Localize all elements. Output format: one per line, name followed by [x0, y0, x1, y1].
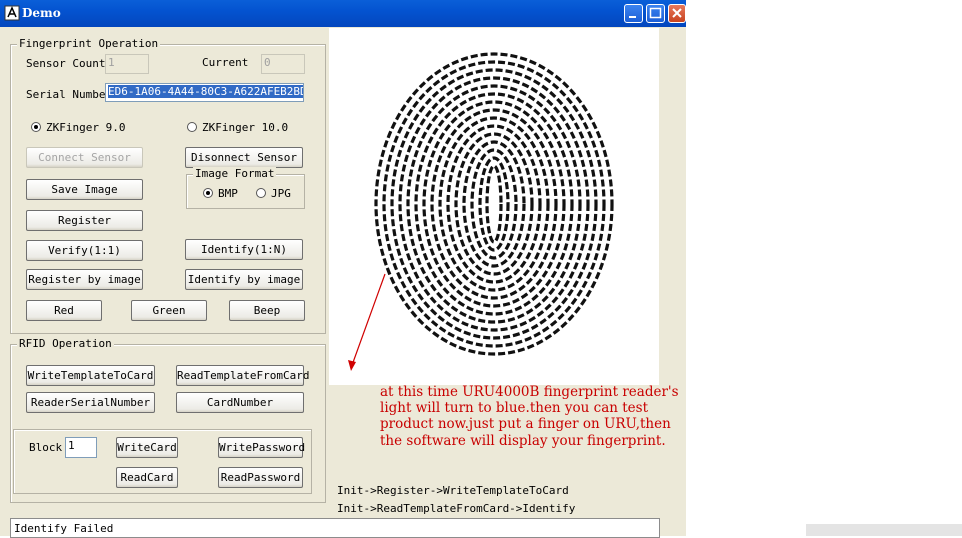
- background-strip: [806, 524, 962, 536]
- zkfinger10-radio[interactable]: [187, 122, 197, 132]
- beep-button[interactable]: Beep: [229, 300, 305, 321]
- register-by-image-button[interactable]: Register by image: [26, 269, 143, 290]
- verify-button[interactable]: Verify(1:1): [26, 240, 143, 261]
- close-button[interactable]: [668, 4, 686, 23]
- title-bar[interactable]: Demo: [0, 0, 686, 27]
- write-template-to-card-button[interactable]: WriteTemplateToCard: [26, 365, 155, 386]
- annotation-arrow-head: [348, 360, 356, 371]
- connect-sensor-button[interactable]: Connect Sensor: [26, 147, 143, 168]
- jpg-label: JPG: [271, 187, 291, 200]
- sensor-count-field: 1: [105, 54, 149, 74]
- fingerprint-group-label: Fingerprint Operation: [17, 37, 161, 50]
- red-button[interactable]: Red: [26, 300, 102, 321]
- sensor-count-label: Sensor Count: [26, 57, 106, 70]
- app-icon: [4, 5, 20, 21]
- annotation-arrow-line: [350, 273, 386, 369]
- zkfinger9-label: ZKFinger 9.0: [46, 121, 126, 134]
- jpg-radio[interactable]: [256, 188, 266, 198]
- fingerprint-image-panel: [329, 28, 659, 385]
- write-password-button[interactable]: WritePassword: [218, 437, 305, 458]
- save-image-button[interactable]: Save Image: [26, 179, 143, 200]
- green-button[interactable]: Green: [131, 300, 207, 321]
- identify-by-image-button[interactable]: Identify by image: [185, 269, 303, 290]
- current-field: 0: [261, 54, 305, 74]
- reader-serial-number-button[interactable]: ReaderSerialNumber: [26, 392, 155, 413]
- block-input[interactable]: 1: [65, 437, 97, 458]
- read-password-button[interactable]: ReadPassword: [218, 467, 303, 488]
- minimize-button[interactable]: [624, 4, 643, 23]
- bmp-label: BMP: [218, 187, 238, 200]
- window-title: Demo: [22, 6, 61, 20]
- zkfinger10-label: ZKFinger 10.0: [202, 121, 289, 134]
- instruction-annotation: at this time URU4000B fingerprint reader…: [380, 384, 679, 449]
- maximize-icon: [649, 7, 662, 19]
- serial-number-label: Serial Number: [26, 88, 113, 101]
- write-card-button[interactable]: WriteCard: [116, 437, 178, 458]
- bmp-radio[interactable]: [203, 188, 213, 198]
- close-icon: [672, 8, 682, 18]
- status-text: Identify Failed: [14, 522, 114, 535]
- card-number-button[interactable]: CardNumber: [176, 392, 304, 413]
- zkfinger9-radio[interactable]: [31, 122, 41, 132]
- flow-line-1: Init->Register->WriteTemplateToCard: [337, 484, 569, 497]
- serial-number-value: ED6-1A06-4A44-80C3-A622AFEB2BD6}: [108, 85, 303, 98]
- register-button[interactable]: Register: [26, 210, 143, 231]
- image-format-label: Image Format: [193, 167, 277, 180]
- status-bar: Identify Failed: [10, 518, 660, 538]
- fingerprint-image: [348, 52, 614, 371]
- identify-button[interactable]: Identify(1:N): [185, 239, 303, 260]
- rfid-group-label: RFID Operation: [17, 337, 114, 350]
- read-card-button[interactable]: ReadCard: [116, 467, 178, 488]
- read-template-from-card-button[interactable]: ReadTemplateFromCard: [176, 365, 309, 386]
- flow-line-2: Init->ReadTemplateFromCard->Identify: [337, 502, 576, 515]
- block-label: Block: [29, 441, 63, 454]
- demo-window: Demo Fingerprint Operation Sensor Count …: [0, 0, 686, 538]
- disconnect-sensor-button[interactable]: Disonnect Sensor: [185, 147, 303, 168]
- serial-number-field[interactable]: ED6-1A06-4A44-80C3-A622AFEB2BD6}: [105, 83, 304, 102]
- maximize-button[interactable]: [646, 4, 665, 23]
- minimize-icon: [629, 16, 636, 18]
- current-label: Current: [202, 56, 249, 69]
